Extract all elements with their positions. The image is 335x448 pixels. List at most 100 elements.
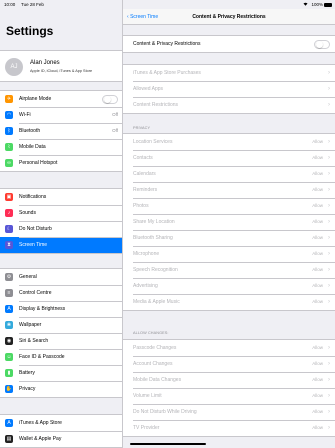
- changes-row-do-not-disturb-while-driving[interactable]: Do Not Disturb While Driving Allow ›: [123, 404, 335, 420]
- sidebar-item-notifications[interactable]: ▣ Notifications: [0, 189, 122, 205]
- sidebar-item-personal-hotspot[interactable]: ∞ Personal Hotspot: [0, 155, 122, 171]
- privacy-row-advertising[interactable]: Advertising Allow ›: [123, 278, 335, 294]
- privacy-row-label: Contacts: [133, 155, 153, 161]
- privacy-row-contacts[interactable]: Contacts Allow ›: [123, 150, 335, 166]
- sidebar-item-wallet-and-apple-pay[interactable]: ▤ Wallet & Apple Pay: [0, 431, 122, 447]
- sidebar-item-label: Do Not Disturb: [19, 226, 52, 232]
- sidebar-item-label: Sounds: [19, 210, 36, 216]
- sidebar-item-value: Off: [112, 112, 118, 117]
- sidebar-item-general[interactable]: ⚙ General: [0, 269, 122, 285]
- home-indicator: [130, 443, 206, 445]
- store-row-label: Content Restrictions: [133, 102, 179, 108]
- chevron-right-icon: ›: [328, 251, 330, 257]
- siri-icon: ◉: [5, 337, 13, 345]
- sidebar-item-itunes-and-app-store[interactable]: AiTunes & App Store: [0, 415, 122, 431]
- wifi-icon: [303, 2, 308, 6]
- restrictions-toggle[interactable]: [314, 39, 330, 49]
- wifi-icon: ◠: [5, 111, 13, 119]
- privacy-row-label: Media & Apple Music: [133, 299, 180, 305]
- sidebar-item-screen-time[interactable]: ⧗ Screen Time: [0, 237, 122, 253]
- privacy-row-media-and-apple-music[interactable]: Media & Apple Music Allow ›: [123, 294, 335, 310]
- hourglass-icon: ⧗: [5, 241, 13, 249]
- page-title: Settings: [6, 24, 54, 38]
- changes-row-value: Allow: [312, 345, 323, 350]
- notifications-icon: ▣: [5, 193, 13, 201]
- privacy-row-value: Allow: [312, 171, 323, 176]
- sidebar-item-display-and-brightness[interactable]: A Display & Brightness: [0, 301, 122, 317]
- sidebar-item-wi-fi[interactable]: ◠ Wi-Fi Off: [0, 107, 122, 123]
- sidebar-item-label: Privacy: [19, 386, 36, 392]
- restrictions-toggle-row[interactable]: Content & Privacy Restrictions: [123, 36, 335, 52]
- sidebar-item-label: Notifications: [19, 194, 47, 200]
- settings-sidebar: Settings AJ Alan Jones Apple ID, iCloud,…: [0, 0, 123, 448]
- store-row-itunes-and-app-store-purchases[interactable]: iTunes & App Store Purchases ›: [123, 65, 335, 81]
- sidebar-item-label: iTunes & App Store: [19, 420, 62, 426]
- privacy-row-reminders[interactable]: Reminders Allow ›: [123, 182, 335, 198]
- sidebar-item-mobile-data[interactable]: ⌇ Mobile Data: [0, 139, 122, 155]
- sidebar-item-label: Wallpaper: [19, 322, 42, 328]
- sidebar-item-label: Siri & Search: [19, 338, 49, 344]
- sidebar-item-wallpaper[interactable]: ❀ Wallpaper: [0, 317, 122, 333]
- sidebar-item-bluetooth[interactable]: ᛒ Bluetooth Off: [0, 123, 122, 139]
- sidebar-item-label: Battery: [19, 370, 35, 376]
- changes-row-value: Allow: [312, 409, 323, 414]
- changes-row-volume-limit[interactable]: Volume Limit Allow ›: [123, 388, 335, 404]
- chevron-right-icon: ›: [328, 235, 330, 241]
- store-row-allowed-apps[interactable]: Allowed Apps ›: [123, 81, 335, 97]
- chevron-right-icon: ›: [328, 102, 330, 108]
- restrictions-toggle-label: Content & Privacy Restrictions: [133, 41, 201, 47]
- airplane-icon: ✈: [5, 95, 13, 103]
- face-id-icon: ☺: [5, 353, 13, 361]
- sidebar-item-control-centre[interactable]: ≡ Control Centre: [0, 285, 122, 301]
- store-row-label: Allowed Apps: [133, 86, 164, 92]
- chevron-right-icon: ›: [328, 299, 330, 305]
- navigation-bar: ‹ Screen Time Content & Privacy Restrict…: [123, 9, 335, 25]
- changes-row-label: Volume Limit: [133, 393, 162, 399]
- settings-group-connectivity: ✈ Airplane Mode ◠ Wi-Fi Off ᛒ Bluetooth Off ⌇ Mob…: [0, 90, 122, 172]
- allow-changes-group: Passcode Changes Allow › Account Changes All…: [123, 339, 335, 437]
- sidebar-item-label: Airplane Mode: [19, 96, 52, 102]
- privacy-row-value: Allow: [312, 299, 323, 304]
- chevron-right-icon: ›: [328, 139, 330, 145]
- apple-id-profile-row[interactable]: AJ Alan Jones Apple ID, iCloud, iTunes &…: [0, 50, 122, 82]
- privacy-row-value: Allow: [312, 283, 323, 288]
- sidebar-item-sounds[interactable]: ♪ Sounds: [0, 205, 122, 221]
- speaker-icon: ♪: [5, 209, 13, 217]
- privacy-row-share-my-location[interactable]: Share My Location Allow ›: [123, 214, 335, 230]
- chevron-right-icon: ›: [328, 187, 330, 193]
- privacy-row-bluetooth-sharing[interactable]: Bluetooth Sharing Allow ›: [123, 230, 335, 246]
- sidebar-item-label: Display & Brightness: [19, 306, 66, 312]
- store-row-content-restrictions[interactable]: Content Restrictions ›: [123, 97, 335, 113]
- sidebar-item-battery[interactable]: ▮ Battery: [0, 365, 122, 381]
- changes-row-passcode-changes[interactable]: Passcode Changes Allow ›: [123, 340, 335, 356]
- privacy-row-speech-recognition[interactable]: Speech Recognition Allow ›: [123, 262, 335, 278]
- chevron-right-icon: ›: [328, 377, 330, 383]
- chevron-right-icon: ›: [328, 70, 330, 76]
- privacy-row-location-services[interactable]: Location Services Allow ›: [123, 134, 335, 150]
- moon-icon: ☾: [5, 225, 13, 233]
- hand-icon: ✋: [5, 385, 13, 393]
- privacy-row-value: Allow: [312, 219, 323, 224]
- restrictions-toggle-group: Content & Privacy Restrictions: [123, 35, 335, 53]
- sidebar-item-siri-and-search[interactable]: ◉ Siri & Search: [0, 333, 122, 349]
- brightness-icon: A: [5, 305, 13, 313]
- privacy-section-header: PRIVACY: [133, 126, 151, 130]
- status-bar: 10:00 Tue 28 Feb 100%: [0, 0, 335, 9]
- changes-row-mobile-data-changes[interactable]: Mobile Data Changes Allow ›: [123, 372, 335, 388]
- sidebar-item-do-not-disturb[interactable]: ☾ Do Not Disturb: [0, 221, 122, 237]
- sidebar-item-privacy[interactable]: ✋ Privacy: [0, 381, 122, 397]
- sidebar-item-label: Screen Time: [19, 242, 48, 248]
- changes-row-account-changes[interactable]: Account Changes Allow ›: [123, 356, 335, 372]
- sidebar-item-airplane-mode[interactable]: ✈ Airplane Mode: [0, 91, 122, 107]
- privacy-row-photos[interactable]: Photos Allow ›: [123, 198, 335, 214]
- avatar: AJ: [5, 58, 23, 76]
- privacy-row-microphone[interactable]: Microphone Allow ›: [123, 246, 335, 262]
- airplane-mode-toggle[interactable]: [102, 94, 118, 104]
- sidebar-item-label: Bluetooth: [19, 128, 41, 134]
- privacy-row-calendars[interactable]: Calendars Allow ›: [123, 166, 335, 182]
- settings-group-general: ⚙ General ≡ Control Centre A Display & Bright…: [0, 268, 122, 398]
- allow-changes-section-header: ALLOW CHANGES:: [133, 331, 169, 335]
- wallpaper-icon: ❀: [5, 321, 13, 329]
- changes-row-tv-provider[interactable]: TV Provider Allow ›: [123, 420, 335, 436]
- sidebar-item-face-id-and-passcode[interactable]: ☺ Face ID & Passcode: [0, 349, 122, 365]
